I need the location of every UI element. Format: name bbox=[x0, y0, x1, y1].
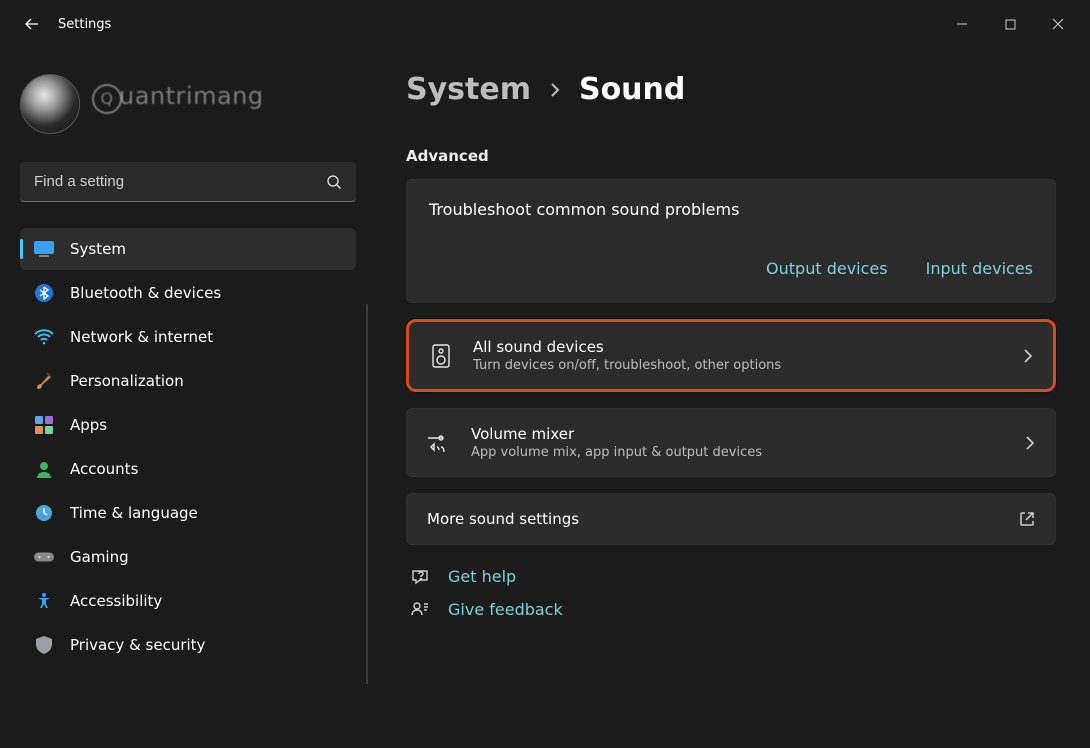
profile-area[interactable]: Quantrimang bbox=[20, 74, 356, 134]
watermark-text: Quantrimang bbox=[92, 82, 264, 114]
bluetooth-icon bbox=[34, 283, 54, 303]
sidebar-item-bluetooth[interactable]: Bluetooth & devices bbox=[20, 272, 356, 314]
sidebar-item-accessibility[interactable]: Accessibility bbox=[20, 580, 356, 622]
row-subtitle: App volume mix, app input & output devic… bbox=[471, 445, 1005, 460]
sidebar-item-apps[interactable]: Apps bbox=[20, 404, 356, 446]
row-title: All sound devices bbox=[473, 338, 1003, 356]
window-title: Settings bbox=[58, 17, 111, 32]
close-button[interactable] bbox=[1044, 10, 1072, 38]
wifi-icon bbox=[34, 327, 54, 347]
breadcrumb-current: Sound bbox=[579, 72, 685, 107]
apps-icon bbox=[34, 415, 54, 435]
sidebar-item-system[interactable]: System bbox=[20, 228, 356, 270]
paintbrush-icon bbox=[34, 371, 54, 391]
sidebar-item-personalization[interactable]: Personalization bbox=[20, 360, 356, 402]
chevron-right-icon bbox=[1025, 436, 1035, 450]
search-box[interactable] bbox=[20, 162, 356, 202]
accessibility-icon bbox=[34, 591, 54, 611]
system-icon bbox=[34, 239, 54, 259]
sidebar-item-gaming[interactable]: Gaming bbox=[20, 536, 356, 578]
sidebar-item-label: Time & language bbox=[70, 504, 198, 522]
output-devices-link[interactable]: Output devices bbox=[766, 259, 888, 278]
open-external-icon bbox=[1019, 511, 1035, 527]
breadcrumb: System Sound bbox=[406, 72, 1056, 107]
get-help-icon bbox=[410, 568, 430, 586]
minimize-button[interactable] bbox=[948, 10, 976, 38]
maximize-button[interactable] bbox=[996, 10, 1024, 38]
sidebar-item-label: Privacy & security bbox=[70, 636, 205, 654]
shield-icon bbox=[34, 635, 54, 655]
breadcrumb-parent[interactable]: System bbox=[406, 72, 531, 107]
sidebar-item-accounts[interactable]: Accounts bbox=[20, 448, 356, 490]
row-title: Volume mixer bbox=[471, 425, 1005, 443]
clock-globe-icon bbox=[34, 503, 54, 523]
more-sound-settings-row[interactable]: More sound settings bbox=[406, 493, 1056, 545]
sidebar-item-time-language[interactable]: Time & language bbox=[20, 492, 356, 534]
person-icon bbox=[34, 459, 54, 479]
all-sound-devices-row[interactable]: All sound devices Turn devices on/off, t… bbox=[406, 319, 1056, 392]
sidebar-item-label: Accounts bbox=[70, 460, 138, 478]
sidebar-item-network[interactable]: Network & internet bbox=[20, 316, 356, 358]
chevron-right-icon bbox=[549, 82, 561, 98]
sidebar-item-label: Network & internet bbox=[70, 328, 213, 346]
troubleshoot-title: Troubleshoot common sound problems bbox=[429, 200, 1033, 219]
get-help-link[interactable]: Get help bbox=[448, 567, 516, 586]
chevron-right-icon bbox=[1023, 349, 1033, 363]
sidebar-item-label: Apps bbox=[70, 416, 107, 434]
sidebar-item-label: Bluetooth & devices bbox=[70, 284, 221, 302]
avatar bbox=[20, 74, 80, 134]
sidebar-item-privacy[interactable]: Privacy & security bbox=[20, 624, 356, 666]
row-subtitle: Turn devices on/off, troubleshoot, other… bbox=[473, 358, 1003, 373]
give-feedback-link[interactable]: Give feedback bbox=[448, 600, 563, 619]
search-icon bbox=[326, 174, 342, 190]
sidebar-item-label: Accessibility bbox=[70, 592, 162, 610]
row-title: More sound settings bbox=[427, 510, 999, 528]
speaker-box-icon bbox=[429, 344, 453, 368]
sidebar-item-label: Gaming bbox=[70, 548, 129, 566]
troubleshoot-card: Troubleshoot common sound problems Outpu… bbox=[406, 179, 1056, 303]
sidebar-item-label: System bbox=[70, 240, 126, 258]
back-button[interactable] bbox=[22, 14, 42, 34]
sidebar-item-label: Personalization bbox=[70, 372, 184, 390]
section-heading-advanced: Advanced bbox=[406, 147, 1056, 165]
volume-mixer-row[interactable]: Volume mixer App volume mix, app input &… bbox=[406, 408, 1056, 477]
gamepad-icon bbox=[34, 547, 54, 567]
mixer-icon bbox=[427, 433, 451, 453]
feedback-icon bbox=[410, 601, 430, 619]
input-devices-link[interactable]: Input devices bbox=[926, 259, 1033, 278]
search-input[interactable] bbox=[34, 173, 326, 190]
